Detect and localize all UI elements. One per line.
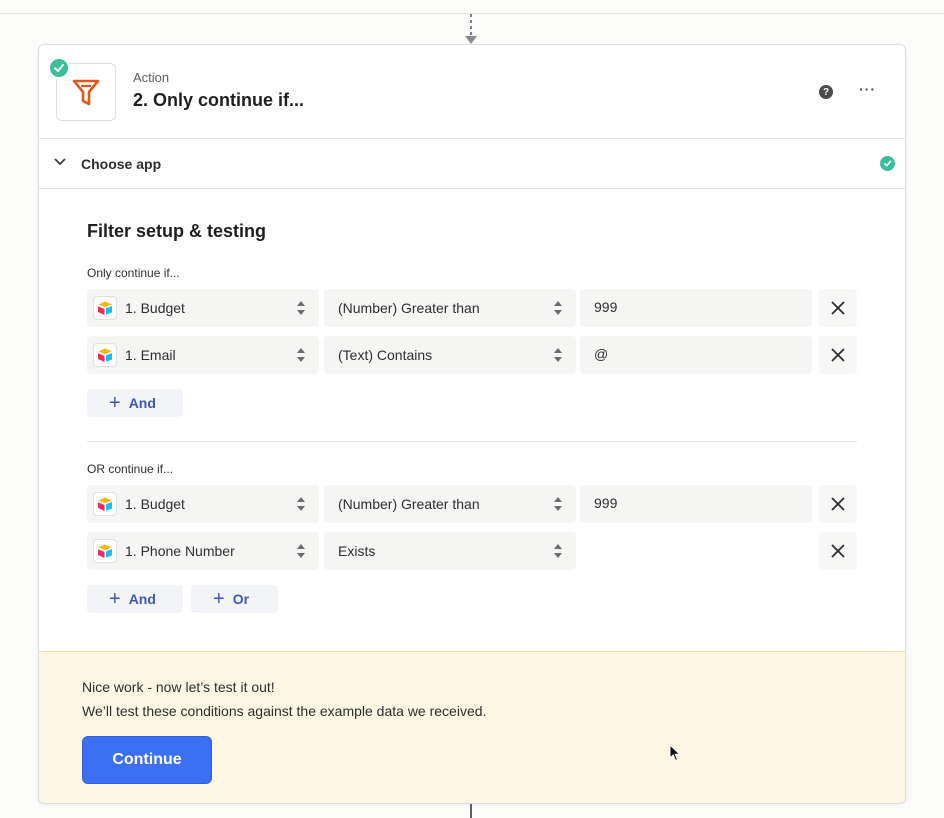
field-select[interactable]: 1. Email xyxy=(87,336,319,374)
operator-select[interactable]: Exists xyxy=(324,532,576,570)
more-options-icon[interactable]: ··· xyxy=(859,81,876,97)
field-select[interactable]: 1. Budget xyxy=(87,289,319,327)
help-icon[interactable]: ? xyxy=(819,85,833,99)
section-label: Choose app xyxy=(81,156,162,172)
top-divider xyxy=(0,13,944,14)
value-input xyxy=(580,532,812,570)
select-arrows-icon xyxy=(297,544,305,558)
add-and-condition-button[interactable]: + And xyxy=(87,389,183,417)
value-input[interactable]: @ xyxy=(580,336,812,374)
field-select[interactable]: 1. Phone Number xyxy=(87,532,319,570)
filter-setup-title: Filter setup & testing xyxy=(87,221,267,241)
group-divider xyxy=(87,441,857,442)
close-icon xyxy=(831,544,845,558)
select-arrows-icon xyxy=(554,497,562,511)
test-description: We’ll test these conditions against the … xyxy=(82,703,487,719)
field-select-value: 1. Budget xyxy=(125,496,185,512)
select-arrows-icon xyxy=(297,497,305,511)
add-and-label: And xyxy=(128,591,156,607)
close-icon xyxy=(831,348,845,362)
add-or-label: Or xyxy=(232,591,250,607)
airtable-icon xyxy=(93,492,117,516)
select-arrows-icon xyxy=(554,301,562,315)
plus-icon: + xyxy=(109,392,121,414)
operator-select[interactable]: (Text) Contains xyxy=(324,336,576,374)
operator-select[interactable]: (Number) Greater than xyxy=(324,485,576,523)
step-kind-label: Action xyxy=(133,70,170,85)
remove-condition-button[interactable] xyxy=(819,336,857,374)
airtable-icon xyxy=(93,296,117,320)
remove-condition-button[interactable] xyxy=(819,289,857,327)
choose-app-section[interactable]: Choose app xyxy=(39,139,905,189)
remove-condition-button[interactable] xyxy=(819,532,857,570)
value-input[interactable]: 999 xyxy=(580,289,812,327)
select-arrows-icon xyxy=(297,301,305,315)
filter-setup-body: Filter setup & testing Only continue if.… xyxy=(39,189,905,651)
continue-button[interactable]: Continue xyxy=(82,736,212,784)
plus-icon: + xyxy=(213,588,225,610)
select-arrows-icon xyxy=(297,348,305,362)
group-label-or-continue: OR continue if... xyxy=(87,462,174,476)
field-select-value: 1. Budget xyxy=(125,300,185,316)
mouse-cursor-icon xyxy=(669,744,681,762)
add-and-condition-button[interactable]: + And xyxy=(87,585,183,613)
close-icon xyxy=(831,301,845,315)
step-complete-check-icon xyxy=(48,57,70,79)
connector-arrow-icon xyxy=(465,36,477,44)
step-card: Action 2. Only continue if... ? ··· Choo… xyxy=(38,44,906,804)
operator-select[interactable]: (Number) Greater than xyxy=(324,289,576,327)
step-connector-line-bottom xyxy=(470,804,472,818)
airtable-icon xyxy=(93,539,117,563)
select-arrows-icon xyxy=(554,544,562,558)
filter-icon xyxy=(72,79,100,106)
operator-select-value: (Text) Contains xyxy=(338,347,433,363)
value-input[interactable]: 999 xyxy=(580,485,812,523)
plus-icon: + xyxy=(109,588,121,610)
operator-select-value: (Number) Greater than xyxy=(338,496,480,512)
field-select-value: 1. Phone Number xyxy=(125,543,235,559)
condition-row: 1. Email (Text) Contains @ xyxy=(87,336,857,374)
value-input-text: @ xyxy=(594,346,609,362)
step-title[interactable]: 2. Only continue if... xyxy=(133,90,304,111)
chevron-down-icon[interactable] xyxy=(54,157,66,167)
section-complete-check-icon xyxy=(880,156,895,171)
value-input-text: 999 xyxy=(594,495,618,511)
test-panel: Nice work - now let’s test it out! We’ll… xyxy=(39,651,905,803)
field-select-value: 1. Email xyxy=(125,347,176,363)
close-icon xyxy=(831,497,845,511)
value-input-text: 999 xyxy=(594,299,618,315)
field-select[interactable]: 1. Budget xyxy=(87,485,319,523)
operator-select-value: Exists xyxy=(338,543,376,559)
add-or-condition-button[interactable]: + Or xyxy=(191,585,278,613)
condition-row: 1. Budget (Number) Greater than 999 xyxy=(87,485,857,523)
group-label-only-continue: Only continue if... xyxy=(87,266,180,280)
airtable-icon xyxy=(93,343,117,367)
step-header[interactable]: Action 2. Only continue if... ? ··· xyxy=(39,45,905,139)
test-heading: Nice work - now let’s test it out! xyxy=(82,679,275,695)
remove-condition-button[interactable] xyxy=(819,485,857,523)
select-arrows-icon xyxy=(554,348,562,362)
add-and-label: And xyxy=(128,395,156,411)
condition-row: 1. Budget (Number) Greater than 999 xyxy=(87,289,857,327)
condition-row: 1. Phone Number Exists xyxy=(87,532,857,570)
operator-select-value: (Number) Greater than xyxy=(338,300,480,316)
